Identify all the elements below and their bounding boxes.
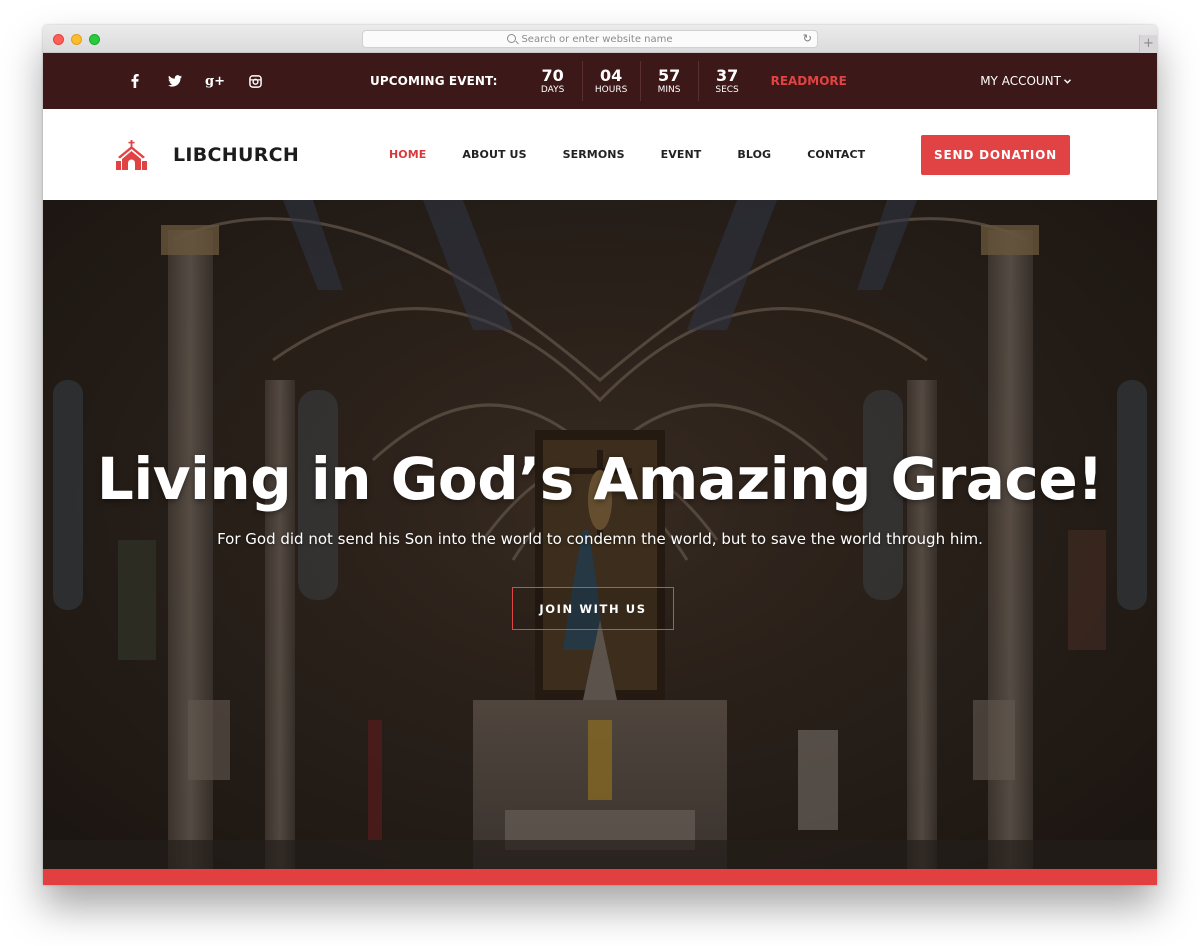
top-bar: g+ UPCOMING EVENT: 70 DAYS 04 HOURS 57 M… bbox=[43, 53, 1157, 109]
hero-bottom-accent-bar bbox=[43, 869, 1157, 885]
chevron-down-icon bbox=[1064, 77, 1071, 86]
new-tab-button[interactable]: + bbox=[1139, 35, 1157, 53]
twitter-icon[interactable] bbox=[155, 71, 195, 91]
address-placeholder: Search or enter website name bbox=[521, 33, 673, 45]
countdown-value: 57 bbox=[657, 65, 681, 85]
social-links: g+ bbox=[115, 53, 275, 109]
hero-title: Living in God’s Amazing Grace! bbox=[96, 445, 1104, 513]
nav-about-us[interactable]: ABOUT US bbox=[462, 148, 526, 161]
countdown-timer: 70 DAYS 04 HOURS 57 MINS 37 SECS bbox=[524, 61, 756, 101]
countdown-hours: 04 HOURS bbox=[581, 61, 640, 101]
countdown-unit: HOURS bbox=[594, 84, 628, 95]
maximize-window-button[interactable] bbox=[89, 34, 100, 45]
readmore-link[interactable]: READMORE bbox=[771, 74, 847, 88]
instagram-icon[interactable] bbox=[235, 71, 275, 91]
site-header: LIBCHURCH HOME ABOUT US SERMONS EVENT BL… bbox=[43, 109, 1157, 200]
nav-event[interactable]: EVENT bbox=[661, 148, 702, 161]
hero-section: Living in God’s Amazing Grace! For God d… bbox=[43, 200, 1157, 869]
nav-contact[interactable]: CONTACT bbox=[807, 148, 865, 161]
browser-window: Search or enter website name ↻ + g+ UPCO… bbox=[43, 25, 1157, 885]
window-controls bbox=[53, 34, 100, 45]
nav-sermons[interactable]: SERMONS bbox=[563, 148, 625, 161]
nav-blog[interactable]: BLOG bbox=[737, 148, 771, 161]
minimize-window-button[interactable] bbox=[71, 34, 82, 45]
nav-home[interactable]: HOME bbox=[389, 148, 426, 161]
main-nav: HOME ABOUT US SERMONS EVENT BLOG CONTACT bbox=[389, 109, 901, 200]
search-icon bbox=[507, 33, 517, 43]
countdown-unit: SECS bbox=[715, 84, 739, 95]
my-account-dropdown[interactable]: MY ACCOUNT bbox=[980, 53, 1071, 109]
facebook-icon[interactable] bbox=[115, 71, 155, 91]
countdown-unit: DAYS bbox=[540, 84, 565, 95]
countdown-days: 70 DAYS bbox=[524, 61, 582, 101]
logo-text: LIBCHURCH bbox=[173, 143, 300, 166]
address-bar[interactable]: Search or enter website name ↻ bbox=[362, 30, 818, 48]
join-with-us-button[interactable]: JOIN WITH US bbox=[512, 587, 674, 630]
church-icon bbox=[116, 139, 147, 170]
countdown-secs: 37 SECS bbox=[697, 61, 756, 101]
reload-icon[interactable]: ↻ bbox=[803, 32, 812, 45]
site-logo[interactable]: LIBCHURCH bbox=[115, 109, 299, 200]
countdown-value: 04 bbox=[599, 65, 623, 85]
countdown-unit: MINS bbox=[657, 84, 681, 95]
countdown-value: 70 bbox=[541, 65, 564, 85]
my-account-label: MY ACCOUNT bbox=[980, 74, 1061, 88]
countdown-value: 37 bbox=[715, 65, 739, 85]
send-donation-button[interactable]: SEND DONATION bbox=[921, 135, 1070, 175]
close-window-button[interactable] bbox=[53, 34, 64, 45]
browser-toolbar: Search or enter website name ↻ + bbox=[43, 25, 1157, 53]
upcoming-event: UPCOMING EVENT: 70 DAYS 04 HOURS 57 MINS… bbox=[370, 53, 847, 109]
countdown-mins: 57 MINS bbox=[639, 61, 698, 101]
google-plus-icon[interactable]: g+ bbox=[195, 71, 235, 91]
upcoming-event-label: UPCOMING EVENT: bbox=[370, 74, 498, 88]
hero-subtitle: For God did not send his Son into the wo… bbox=[217, 530, 983, 548]
